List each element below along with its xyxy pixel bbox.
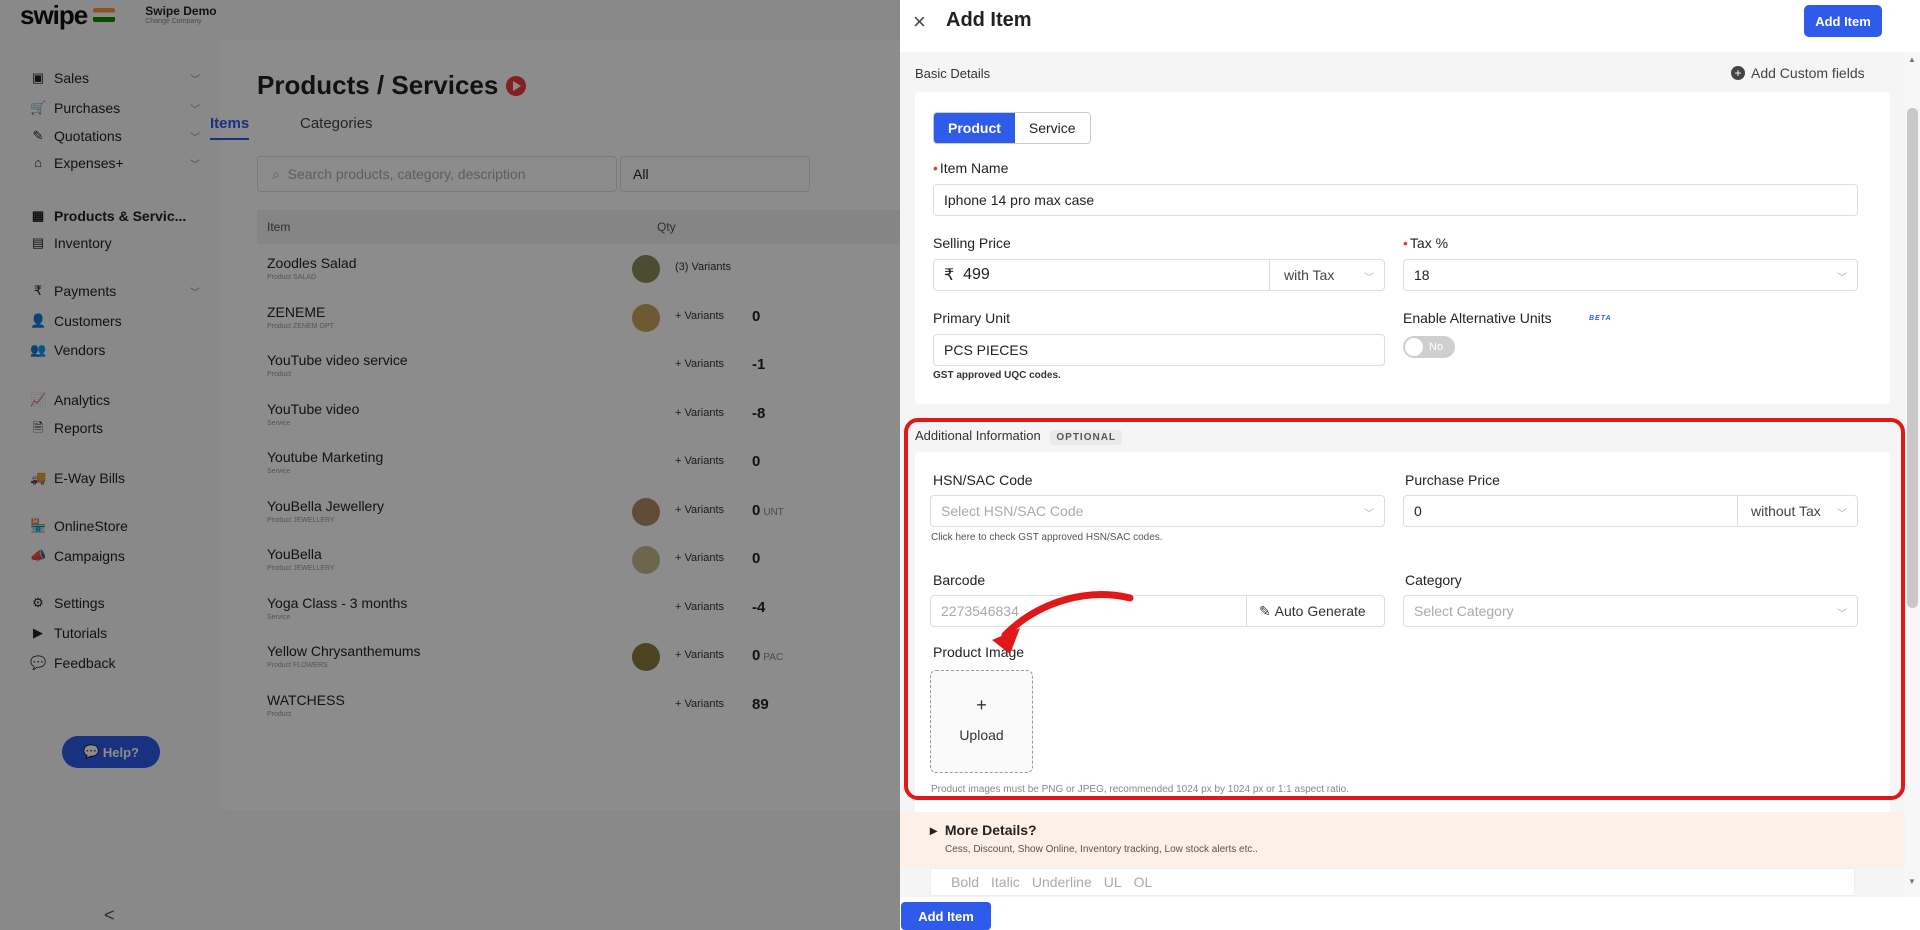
scroll-up-icon[interactable]: ▲ [1908,55,1916,64]
tax-value: 18 [1414,267,1430,283]
item-name-label: • Item Name [933,160,1009,176]
primary-unit-label: Primary Unit [933,310,1011,326]
alt-units-toggle[interactable]: No [1403,336,1455,358]
chevron-down-icon: ﹀ [1364,273,1374,284]
uqc-hint[interactable]: GST approved UQC codes. [933,370,1061,381]
toggle-knob [1405,338,1423,356]
more-details-section[interactable]: ▸ More Details? Cess, Discount, Show Onl… [900,812,1905,868]
rte-ul-button[interactable]: UL [1104,874,1122,890]
basic-details-card: Product Service • Item Name Iphone 14 pro… [915,92,1890,404]
rte-ol-button[interactable]: OL [1134,874,1153,890]
description-toolbar: Bold Italic Underline UL OL [930,868,1855,896]
price-tax-mode-select[interactable]: with Tax [1284,267,1334,283]
drawer-header: × Add Item Add Item [900,0,1920,44]
more-details-sub: Cess, Discount, Show Online, Inventory t… [945,844,1258,855]
beta-badge: BETA [1589,315,1612,322]
tax-select[interactable]: 18 ﹀ [1403,259,1858,291]
basic-details-title: Basic Details [915,66,991,81]
more-details-text: More Details? [944,822,1037,838]
bottom-add-item-button[interactable]: Add Item [901,902,991,930]
toggle-label: No [1429,341,1444,353]
divider [1269,260,1270,290]
scrollbar-thumb[interactable] [1907,108,1918,608]
type-service-button[interactable]: Service [1015,113,1090,143]
scroll-down-icon[interactable]: ▼ [1908,877,1916,886]
add-custom-fields-label: Add Custom fields [1751,65,1865,81]
plus-circle-icon: + [1731,66,1745,80]
tax-label: • Tax % [1403,235,1449,251]
alt-units-label: Enable Alternative Units [1403,310,1552,326]
selling-price-value: 499 [963,266,990,283]
rte-italic-button[interactable]: Italic [991,874,1020,890]
rte-underline-button[interactable]: Underline [1032,874,1092,890]
modal-backdrop[interactable] [0,0,900,930]
primary-unit-input[interactable]: PCS PIECES [933,334,1385,366]
type-product-button[interactable]: Product [934,113,1015,143]
more-details-title[interactable]: ▸ More Details? [930,822,1037,839]
drawer-title: Add Item [946,9,1032,31]
add-custom-fields-button[interactable]: + Add Custom fields [1731,65,1865,81]
selling-price-input[interactable]: ₹ 499 with Tax ﹀ [933,259,1385,291]
item-name-input[interactable]: Iphone 14 pro max case [933,184,1858,216]
selling-price-label: Selling Price [933,235,1011,251]
close-icon[interactable]: × [913,9,926,35]
item-type-toggle: Product Service [933,112,1091,144]
rte-bold-button[interactable]: Bold [951,874,979,890]
chevron-down-icon: ﹀ [1837,273,1847,284]
currency-symbol: ₹ [944,267,955,284]
annotation-arrow-icon [992,591,1134,654]
add-item-button[interactable]: Add Item [1804,5,1882,37]
